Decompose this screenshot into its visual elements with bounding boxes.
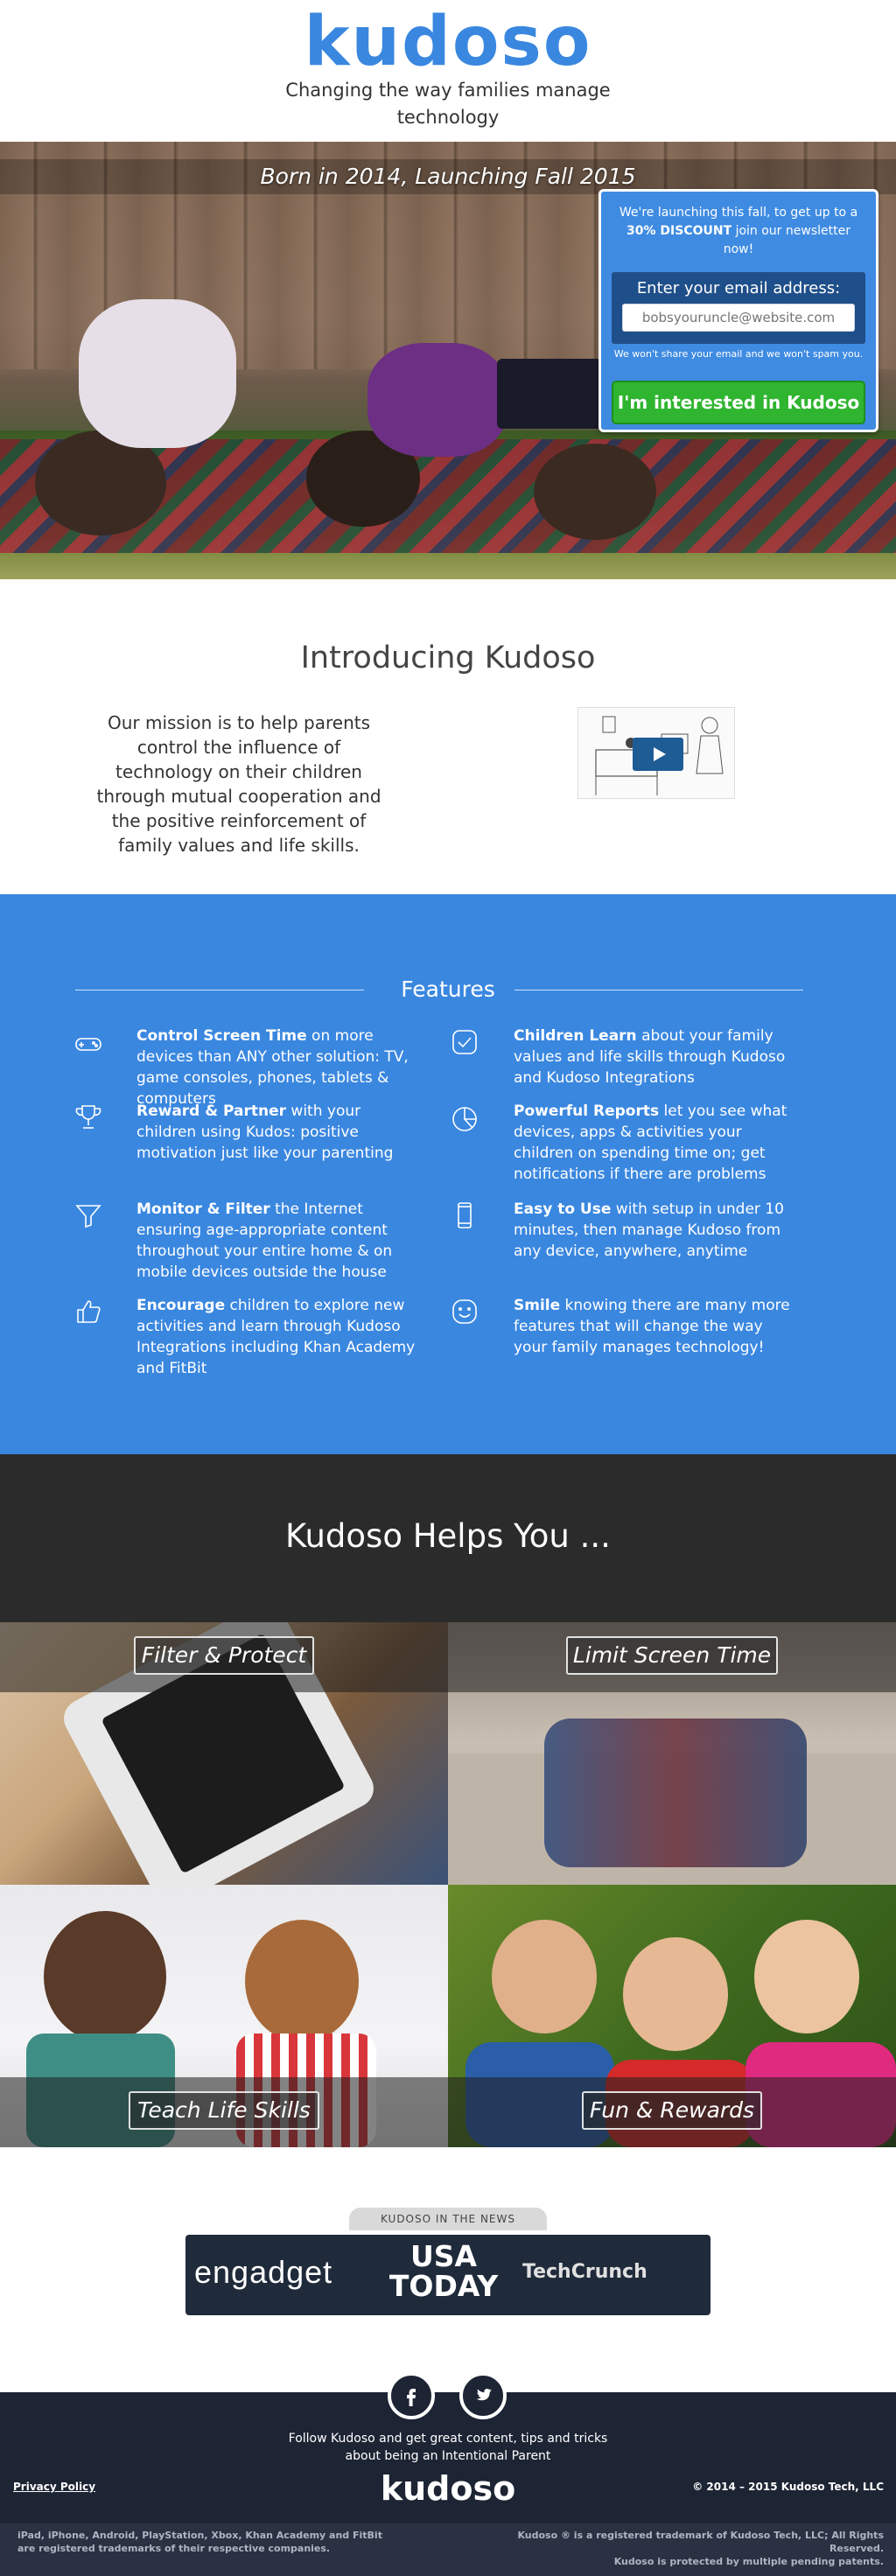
kudoso-logo[interactable]: kudoso xyxy=(0,5,896,79)
tile-label: Fun & Rewards xyxy=(582,2091,762,2130)
feature-encourage: Encourage children to explore new activi… xyxy=(136,1295,416,1379)
child-image xyxy=(44,1911,166,2042)
hero-tablet xyxy=(497,359,602,429)
tile-filter-protect[interactable]: Filter & Protect xyxy=(0,1622,448,1885)
techcrunch-logo[interactable]: TechCrunch xyxy=(522,2261,648,2283)
gamepad-icon xyxy=(74,1029,103,1059)
legal-trademark-line: Kudoso ® is a registered trademark of Ku… xyxy=(517,2530,884,2554)
feature-monitor-filter: Monitor & Filter the Internet ensuring a… xyxy=(136,1199,416,1283)
intro-title: Introducing Kudoso xyxy=(300,640,596,676)
hero-child-body xyxy=(79,299,236,448)
thumbs-up-icon xyxy=(74,1297,103,1326)
helps-section: Kudoso Helps You ... xyxy=(0,1454,896,1622)
tile-teach-life-skills[interactable]: Teach Life Skills xyxy=(0,1885,448,2147)
hero-title: Born in 2014, Launching Fall 2015 xyxy=(260,164,636,189)
filter-icon xyxy=(74,1200,103,1230)
feature-smile: Smile knowing there are many more featur… xyxy=(514,1295,794,1358)
feature-control-screen-time: Control Screen Time on more devices than… xyxy=(136,1026,416,1110)
news-logos-bar: engadget USA TODAY TechCrunch xyxy=(186,2235,710,2315)
feature-heading: Easy to Use xyxy=(514,1200,612,1218)
feature-heading: Encourage xyxy=(136,1297,226,1314)
tile-label: Filter & Protect xyxy=(134,1636,314,1675)
signup-privacy-note: We won't share your email and we won't s… xyxy=(613,348,864,360)
newsletter-signup-box: We're launching this fall, to get up to … xyxy=(598,189,878,432)
feature-heading: Powerful Reports xyxy=(514,1102,660,1120)
engadget-logo[interactable]: engadget xyxy=(194,2254,332,2291)
intro-video[interactable] xyxy=(578,707,735,799)
feature-heading: Reward & Partner xyxy=(136,1102,287,1120)
hero-child-body xyxy=(368,343,508,457)
feature-heading: Smile xyxy=(514,1297,561,1314)
features-title: Features xyxy=(401,976,495,1002)
facebook-button[interactable] xyxy=(388,2372,435,2419)
tile-fun-rewards[interactable]: Fun & Rewards xyxy=(448,1885,896,2147)
copyright: © 2014 – 2015 Kudoso Tech, LLC xyxy=(692,2481,884,2493)
twitter-icon xyxy=(476,2389,492,2401)
features-section: Features Control Screen Time on more dev… xyxy=(0,894,896,1454)
play-button[interactable] xyxy=(633,738,683,771)
promo-text: We're launching this fall, to get up to … xyxy=(619,206,858,220)
twitter-button[interactable] xyxy=(459,2372,507,2419)
site-header: kudoso Changing the way families manage … xyxy=(0,0,896,142)
hero-image: Born in 2014, Launching Fall 2015 We're … xyxy=(0,142,896,579)
kid-face xyxy=(623,1937,728,2051)
tile-label: Teach Life Skills xyxy=(129,2091,319,2130)
page: kudoso Changing the way families manage … xyxy=(0,0,896,2576)
legal-kudoso: Kudoso ® is a registered trademark of Ku… xyxy=(516,2529,884,2568)
news-tab: KUDOSO IN THE NEWS xyxy=(349,2208,547,2230)
feature-easy-to-use: Easy to Use with setup in under 10 minut… xyxy=(514,1199,794,1262)
tagline: Changing the way families manage technol… xyxy=(285,80,611,128)
email-box: Enter your email address: xyxy=(612,272,865,344)
promo-text-end: join our newsletter now! xyxy=(723,224,850,256)
helps-title: Kudoso Helps You ... xyxy=(285,1517,611,1555)
follow-text: Follow Kudoso and get great content, tip… xyxy=(288,2432,608,2463)
feature-powerful-reports: Powerful Reports let you see what device… xyxy=(514,1101,794,1185)
signup-promo: We're launching this fall, to get up to … xyxy=(612,204,865,259)
smile-icon xyxy=(450,1297,480,1326)
pie-chart-icon xyxy=(450,1104,480,1134)
feature-heading: Monitor & Filter xyxy=(136,1200,270,1218)
kid-face xyxy=(754,1920,859,2034)
feature-heading: Control Screen Time xyxy=(136,1027,307,1045)
trophy-icon xyxy=(74,1102,103,1132)
email-label: Enter your email address: xyxy=(636,279,841,298)
promo-discount: 30% DISCOUNT xyxy=(626,224,732,238)
phone-icon xyxy=(450,1200,480,1230)
child-image xyxy=(245,1920,359,2042)
email-input[interactable] xyxy=(622,304,855,332)
mission-statement: Our mission is to help parents control t… xyxy=(96,712,382,856)
kid-face xyxy=(492,1920,597,2034)
facebook-icon xyxy=(407,2389,416,2406)
kids-on-couch xyxy=(544,1718,807,1867)
hero-child-head xyxy=(534,444,656,540)
legal-trademarks: iPad, iPhone, Android, PlayStation, Xbox… xyxy=(18,2530,382,2554)
tile-label: Limit Screen Time xyxy=(566,1636,778,1675)
tile-limit-screen-time[interactable]: Limit Screen Time xyxy=(448,1622,896,1885)
checkmark-icon xyxy=(450,1027,480,1057)
feature-reward-partner: Reward & Partner with your children usin… xyxy=(136,1101,416,1164)
usa-today-logo[interactable]: USA TODAY xyxy=(388,2242,499,2301)
interested-button[interactable]: I'm interested in Kudoso xyxy=(612,381,865,424)
feature-children-learn: Children Learn about your family values … xyxy=(514,1026,794,1088)
feature-heading: Children Learn xyxy=(514,1027,637,1045)
legal-patent-line: Kudoso is protected by multiple pending … xyxy=(613,2556,884,2567)
